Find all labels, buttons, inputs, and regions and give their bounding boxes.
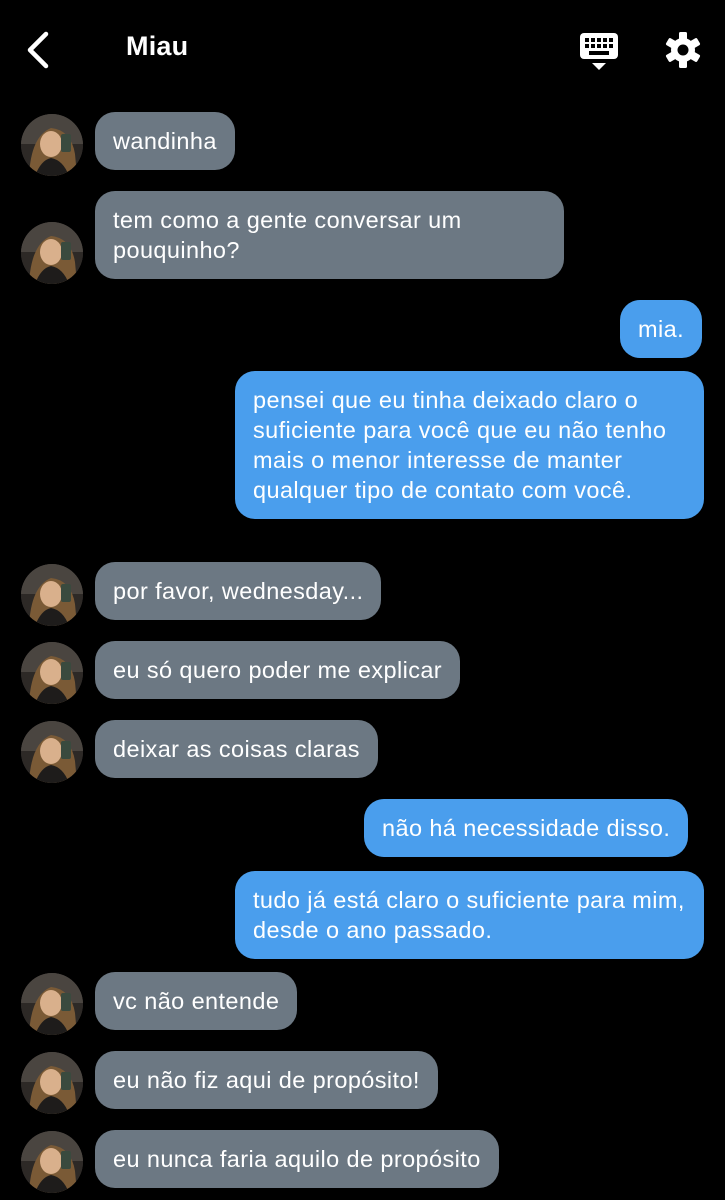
avatar[interactable] <box>21 564 83 626</box>
message-bubble-outgoing[interactable]: pensei que eu tinha deixado claro o sufi… <box>235 371 704 519</box>
settings-button[interactable] <box>662 29 704 71</box>
chat-header: Miau <box>0 0 725 100</box>
message-bubble-outgoing[interactable]: mia. <box>620 300 702 358</box>
message-bubble-incoming[interactable]: eu nunca faria aquilo de propósito <box>95 1130 499 1188</box>
message-bubble-outgoing[interactable]: não há necessidade disso. <box>364 799 689 857</box>
message-bubble-incoming[interactable]: eu só quero poder me explicar <box>95 641 461 699</box>
avatar[interactable] <box>21 973 83 1035</box>
chat-title: Miau <box>126 31 189 61</box>
back-button[interactable] <box>22 30 58 70</box>
message-bubble-incoming[interactable]: tem como a gente conversar um pouquinho? <box>95 191 564 279</box>
message-bubble-incoming[interactable]: eu não fiz aqui de propósito! <box>95 1051 438 1109</box>
avatar[interactable] <box>21 1131 83 1193</box>
message-bubble-incoming[interactable]: vc não entende <box>95 972 298 1030</box>
avatar[interactable] <box>21 114 83 176</box>
avatar[interactable] <box>21 222 83 284</box>
avatar[interactable] <box>21 642 83 704</box>
keyboard-button[interactable] <box>578 30 620 72</box>
message-bubble-outgoing[interactable]: tudo já está claro o suficiente para mim… <box>235 871 704 959</box>
avatar[interactable] <box>21 1052 83 1114</box>
keyboard-icon <box>580 33 618 70</box>
message-bubble-incoming[interactable]: wandinha <box>95 112 235 170</box>
chevron-left-icon <box>27 31 49 69</box>
message-bubble-incoming[interactable]: deixar as coisas claras <box>95 720 378 778</box>
avatar[interactable] <box>21 721 83 783</box>
message-bubble-incoming[interactable]: por favor, wednesday... <box>95 562 382 620</box>
gear-icon <box>665 32 701 68</box>
